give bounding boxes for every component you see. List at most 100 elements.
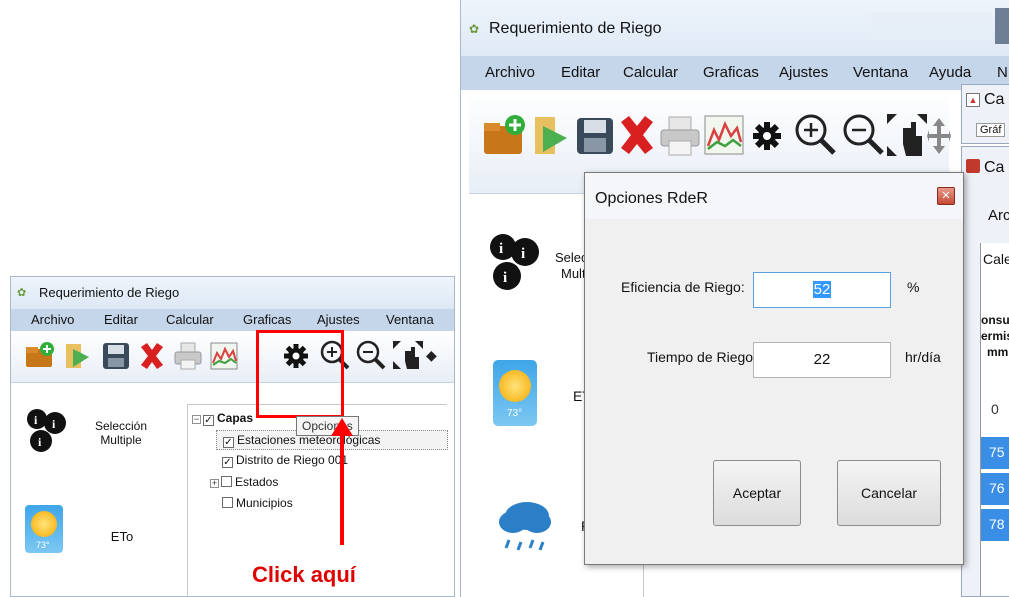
tree-item-municipios[interactable]: Municipios	[222, 496, 293, 510]
pan-icon[interactable]: ◆	[426, 347, 437, 364]
multi-select-label-2: Multiple	[100, 433, 142, 447]
child-window-chart[interactable]: ▲ Ca Gráf	[961, 84, 1009, 144]
time-unit: hr/día	[905, 349, 941, 365]
dialog-title-bar: Opciones RdeR ✕	[585, 173, 963, 219]
zoom-in-icon[interactable]	[793, 112, 837, 160]
table-row[interactable]: 78	[981, 509, 1009, 541]
tree-item-label: Distrito de Riego 001	[236, 453, 349, 467]
multi-select-label-1: Selec	[555, 250, 588, 265]
menu-ventana[interactable]: Ventana	[853, 64, 908, 81]
time-value: 22	[813, 351, 831, 368]
window-title: Requerimiento de Riego	[489, 20, 662, 37]
menu-cut-off[interactable]: N	[997, 64, 1008, 81]
zoom-out-icon[interactable]	[355, 339, 387, 371]
options-gear-icon[interactable]	[749, 118, 785, 154]
new-project-icon[interactable]	[25, 341, 55, 371]
window-title: Requerimiento de Riego	[39, 285, 180, 300]
svg-text:i: i	[503, 270, 507, 286]
tree-root-label: Capas	[217, 411, 254, 425]
menu-ajustes[interactable]: Ajustes	[779, 64, 828, 81]
zoom-extent-icon[interactable]	[391, 339, 425, 371]
svg-text:i: i	[521, 246, 525, 262]
menu-archivo[interactable]: Archivo	[31, 312, 74, 327]
chart-icon[interactable]	[703, 114, 745, 158]
checkbox-checked-icon[interactable]: ✓	[222, 457, 233, 468]
menu-ventana[interactable]: Ventana	[386, 312, 434, 327]
child-window-title: Ca	[984, 91, 1005, 108]
efficiency-unit: %	[907, 279, 920, 295]
checkbox-unchecked-icon[interactable]	[222, 497, 233, 508]
menu-ayuda[interactable]: Ayuda	[929, 64, 971, 81]
menu-ajustes[interactable]: Ajustes	[317, 312, 360, 327]
expand-icon[interactable]: +	[210, 479, 219, 488]
efficiency-input[interactable]: 52	[753, 272, 891, 308]
zoom-out-icon[interactable]	[841, 112, 885, 160]
menu-calcular[interactable]: Calcular	[166, 312, 214, 327]
table-cell: 78	[989, 516, 1005, 532]
menu-editar[interactable]: Editar	[561, 64, 600, 81]
title-bar: ✿ Requerimiento de Riego	[11, 277, 454, 309]
sun-weather-icon[interactable]: 73°	[25, 505, 63, 553]
tree-root[interactable]: − ✓ Capas	[192, 411, 253, 426]
print-icon[interactable]	[173, 341, 203, 371]
child-menu-archivo[interactable]: Arc	[988, 207, 1009, 224]
menu-bar: Archivo Editar Calcular Graficas Ajustes…	[11, 309, 454, 331]
tree-item-distrito[interactable]: ✓ Distrito de Riego 001	[222, 453, 348, 468]
multi-select-label-2: Mult	[561, 266, 586, 281]
table-cell: 76	[989, 480, 1005, 496]
dialog-title: Opciones RdeR	[595, 190, 708, 207]
temperature-label: 73°	[36, 540, 50, 550]
click-here-annotation: Click aquí	[252, 562, 356, 587]
pan-icon[interactable]	[927, 116, 951, 156]
small-app-window: ✿ Requerimiento de Riego Archivo Editar …	[10, 276, 455, 597]
checkbox-unchecked-icon[interactable]	[221, 476, 232, 487]
menu-archivo[interactable]: Archivo	[485, 64, 535, 81]
efficiency-label: Eficiencia de Riego:	[621, 279, 745, 295]
time-input[interactable]: 22	[753, 342, 891, 378]
multi-select-icon[interactable]: i i i	[487, 232, 543, 296]
menu-graficas[interactable]: Graficas	[243, 312, 291, 327]
save-icon[interactable]	[575, 114, 615, 158]
window-control-fragment[interactable]	[995, 8, 1009, 44]
table-row[interactable]: 75	[981, 437, 1009, 469]
delete-icon[interactable]	[617, 114, 657, 158]
table-cell: 75	[989, 444, 1005, 460]
rain-cloud-icon[interactable]	[495, 492, 555, 562]
child-window-tab[interactable]: Gráf	[976, 123, 1006, 137]
table-cell[interactable]: 0	[991, 401, 999, 417]
save-icon[interactable]	[101, 341, 131, 371]
chart-icon[interactable]	[209, 341, 239, 371]
arrow-shaft	[340, 433, 344, 545]
app-icon: ✿	[469, 22, 480, 36]
collapse-icon[interactable]: −	[192, 415, 201, 424]
accept-button[interactable]: Aceptar	[713, 460, 801, 526]
checkbox-checked-icon[interactable]: ✓	[223, 437, 234, 448]
cancel-button[interactable]: Cancelar	[837, 460, 941, 526]
menu-graficas[interactable]: Graficas	[703, 64, 759, 81]
new-project-icon[interactable]	[483, 114, 527, 158]
zoom-extent-icon[interactable]	[885, 112, 929, 160]
checkbox-checked-icon[interactable]: ✓	[203, 415, 214, 426]
app-icon: ✿	[17, 287, 27, 299]
menu-calcular[interactable]: Calcular	[623, 64, 678, 81]
open-file-icon[interactable]	[531, 114, 571, 158]
child-window-calc[interactable]: Ca Arc Cale onsu ermis mm 0 75 76 78	[961, 146, 1009, 597]
multi-select-icon[interactable]: i i i	[25, 407, 69, 457]
title-bar: ✿ Requerimiento de Riego	[461, 0, 1009, 56]
close-icon[interactable]: ✕	[937, 187, 955, 205]
tree-item-label: Municipios	[236, 496, 293, 510]
calc-tab[interactable]: Cale	[983, 251, 1009, 267]
left-tool-panel: i i i Selección Multiple 73° ETo	[11, 383, 183, 596]
time-label: Tiempo de Riego:	[647, 349, 757, 365]
child-window-title: Ca	[984, 159, 1005, 176]
left-tool-panel: i i i Selec Mult 73° ET P	[469, 194, 599, 597]
print-icon[interactable]	[659, 114, 701, 158]
table-row[interactable]: 76	[981, 473, 1009, 505]
delete-icon[interactable]	[137, 341, 167, 371]
sun-weather-icon[interactable]: 73°	[493, 360, 537, 426]
menu-editar[interactable]: Editar	[104, 312, 138, 327]
open-file-icon[interactable]	[63, 341, 93, 371]
screenshot-stage: ✿ Requerimiento de Riego Archivo Editar …	[0, 0, 1009, 597]
tree-item-label: Estados	[235, 475, 279, 489]
tree-item-estados[interactable]: + Estados	[210, 475, 278, 489]
